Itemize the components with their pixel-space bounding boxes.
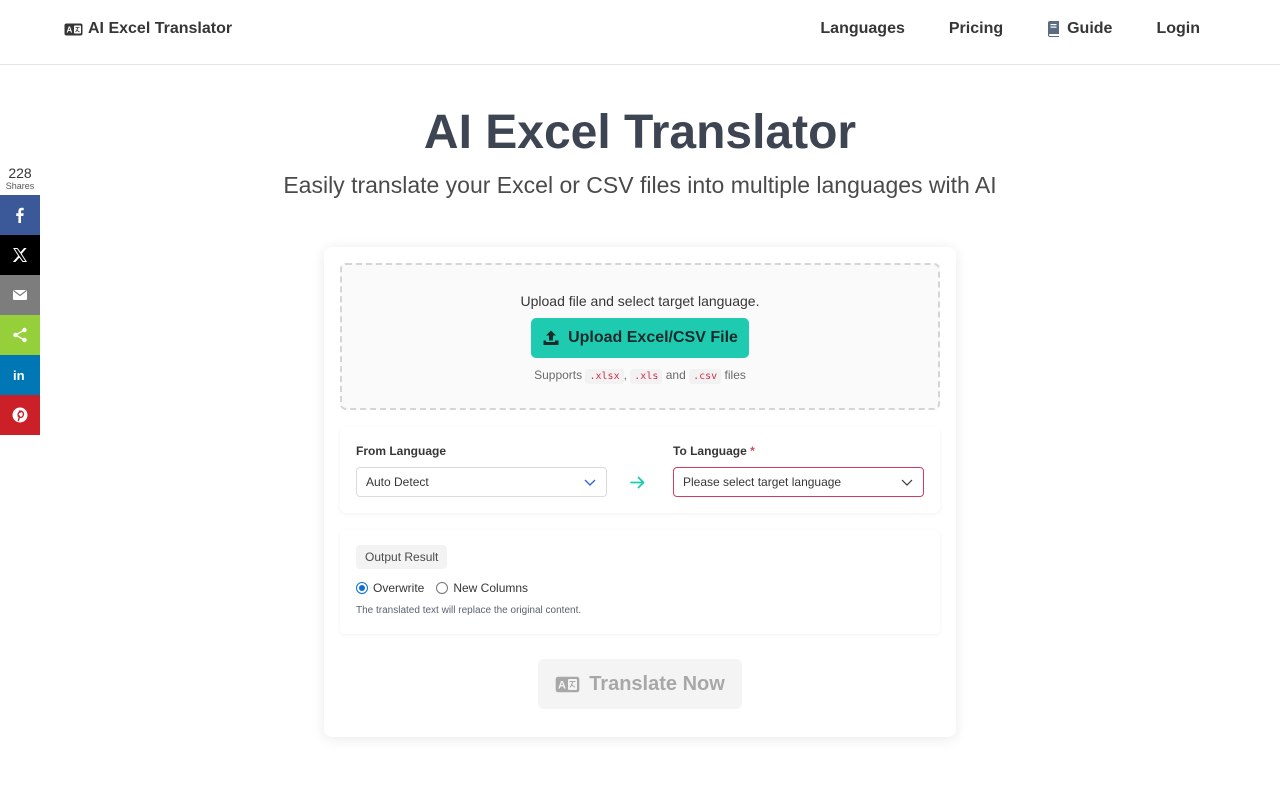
svg-text:A: A <box>67 25 73 34</box>
from-language-label-text: From Language <box>356 444 447 458</box>
facebook-icon <box>16 207 24 223</box>
output-result-tag: Output Result <box>356 545 448 569</box>
supported-formats: Supports .xlsx, .xls and .csv files <box>342 368 938 384</box>
ext-xls: .xls <box>630 369 663 384</box>
to-language-select[interactable]: Please select target language <box>673 467 924 497</box>
nav-login[interactable]: Login <box>1156 20 1200 38</box>
required-mark: * <box>750 444 755 458</box>
share-facebook-button[interactable] <box>0 195 40 235</box>
linkedin-icon: in <box>13 368 25 383</box>
ext-csv: .csv <box>689 369 722 384</box>
language-selection: From Language Auto Detect To Language * … <box>340 427 940 513</box>
output-mode-radio-group: Overwrite New Columns <box>356 581 540 595</box>
to-language-label: To Language * <box>673 444 755 458</box>
share-count: 228 <box>8 165 32 181</box>
book-icon <box>1048 21 1060 37</box>
main-nav: Languages Pricing Guide Login <box>820 20 1200 38</box>
svg-text:A: A <box>558 679 566 691</box>
radio-overwrite[interactable]: Overwrite <box>356 581 424 595</box>
share-pinterest-button[interactable] <box>0 395 40 435</box>
x-icon <box>12 248 28 262</box>
translate-icon: A <box>555 676 580 692</box>
share-count-label: Shares <box>5 181 35 191</box>
supports-and: and <box>665 368 686 382</box>
top-navbar: A AI Excel Translator Languages Pricing … <box>0 0 1280 65</box>
chevron-down-icon <box>901 479 913 486</box>
upload-icon <box>543 330 559 345</box>
upload-file-button[interactable]: Upload Excel/CSV File <box>531 318 749 358</box>
svg-text:in: in <box>13 368 25 383</box>
upload-instruction: Upload file and select target language. <box>520 293 760 309</box>
translate-now-button[interactable]: A Translate Now <box>538 659 742 709</box>
nav-guide-label: Guide <box>1067 20 1113 37</box>
chevron-down-icon <box>584 479 596 486</box>
share-sidebar: 228 Shares in <box>0 165 40 435</box>
share-x-button[interactable] <box>0 235 40 275</box>
brand-name: AI Excel Translator <box>88 20 233 37</box>
pinterest-icon <box>12 407 28 423</box>
share-generic-button[interactable] <box>0 315 40 355</box>
translate-icon: A <box>64 23 83 35</box>
from-language-select[interactable]: Auto Detect <box>356 467 607 497</box>
translate-now-label: Translate Now <box>589 672 725 695</box>
share-email-button[interactable] <box>0 275 40 315</box>
radio-new-columns-label: New Columns <box>453 581 529 595</box>
share-icon <box>13 327 27 343</box>
to-language-placeholder: Please select target language <box>683 475 842 489</box>
to-language-label-text: To Language <box>673 444 747 458</box>
radio-new-columns[interactable]: New Columns <box>436 581 528 595</box>
brand-logo[interactable]: A AI Excel Translator <box>64 20 232 38</box>
supports-comma: , <box>623 368 627 382</box>
output-options: Output Result Overwrite New Columns The … <box>340 530 940 634</box>
radio-overwrite-control[interactable] <box>356 582 368 594</box>
radio-overwrite-label: Overwrite <box>373 581 425 595</box>
ext-xlsx: .xlsx <box>585 369 624 384</box>
share-linkedin-button[interactable]: in <box>0 355 40 395</box>
upload-dropzone[interactable]: Upload file and select target language. … <box>340 263 940 410</box>
from-language-label: From Language <box>356 444 446 458</box>
supports-suffix: files <box>724 368 746 382</box>
page-subtitle: Easily translate your Excel or CSV files… <box>283 172 997 198</box>
nav-languages[interactable]: Languages <box>820 20 904 38</box>
page-title: AI Excel Translator <box>423 106 857 159</box>
arrow-right-icon <box>630 476 645 489</box>
email-icon <box>13 290 27 300</box>
translator-card: Upload file and select target language. … <box>324 247 956 737</box>
output-hint: The translated text will replace the ori… <box>356 605 582 616</box>
upload-button-label: Upload Excel/CSV File <box>568 329 738 346</box>
nav-guide[interactable]: Guide <box>1047 20 1112 38</box>
nav-pricing[interactable]: Pricing <box>949 20 1003 38</box>
supports-prefix: Supports <box>534 368 583 382</box>
radio-new-columns-control[interactable] <box>436 582 449 594</box>
from-language-value: Auto Detect <box>366 475 429 489</box>
